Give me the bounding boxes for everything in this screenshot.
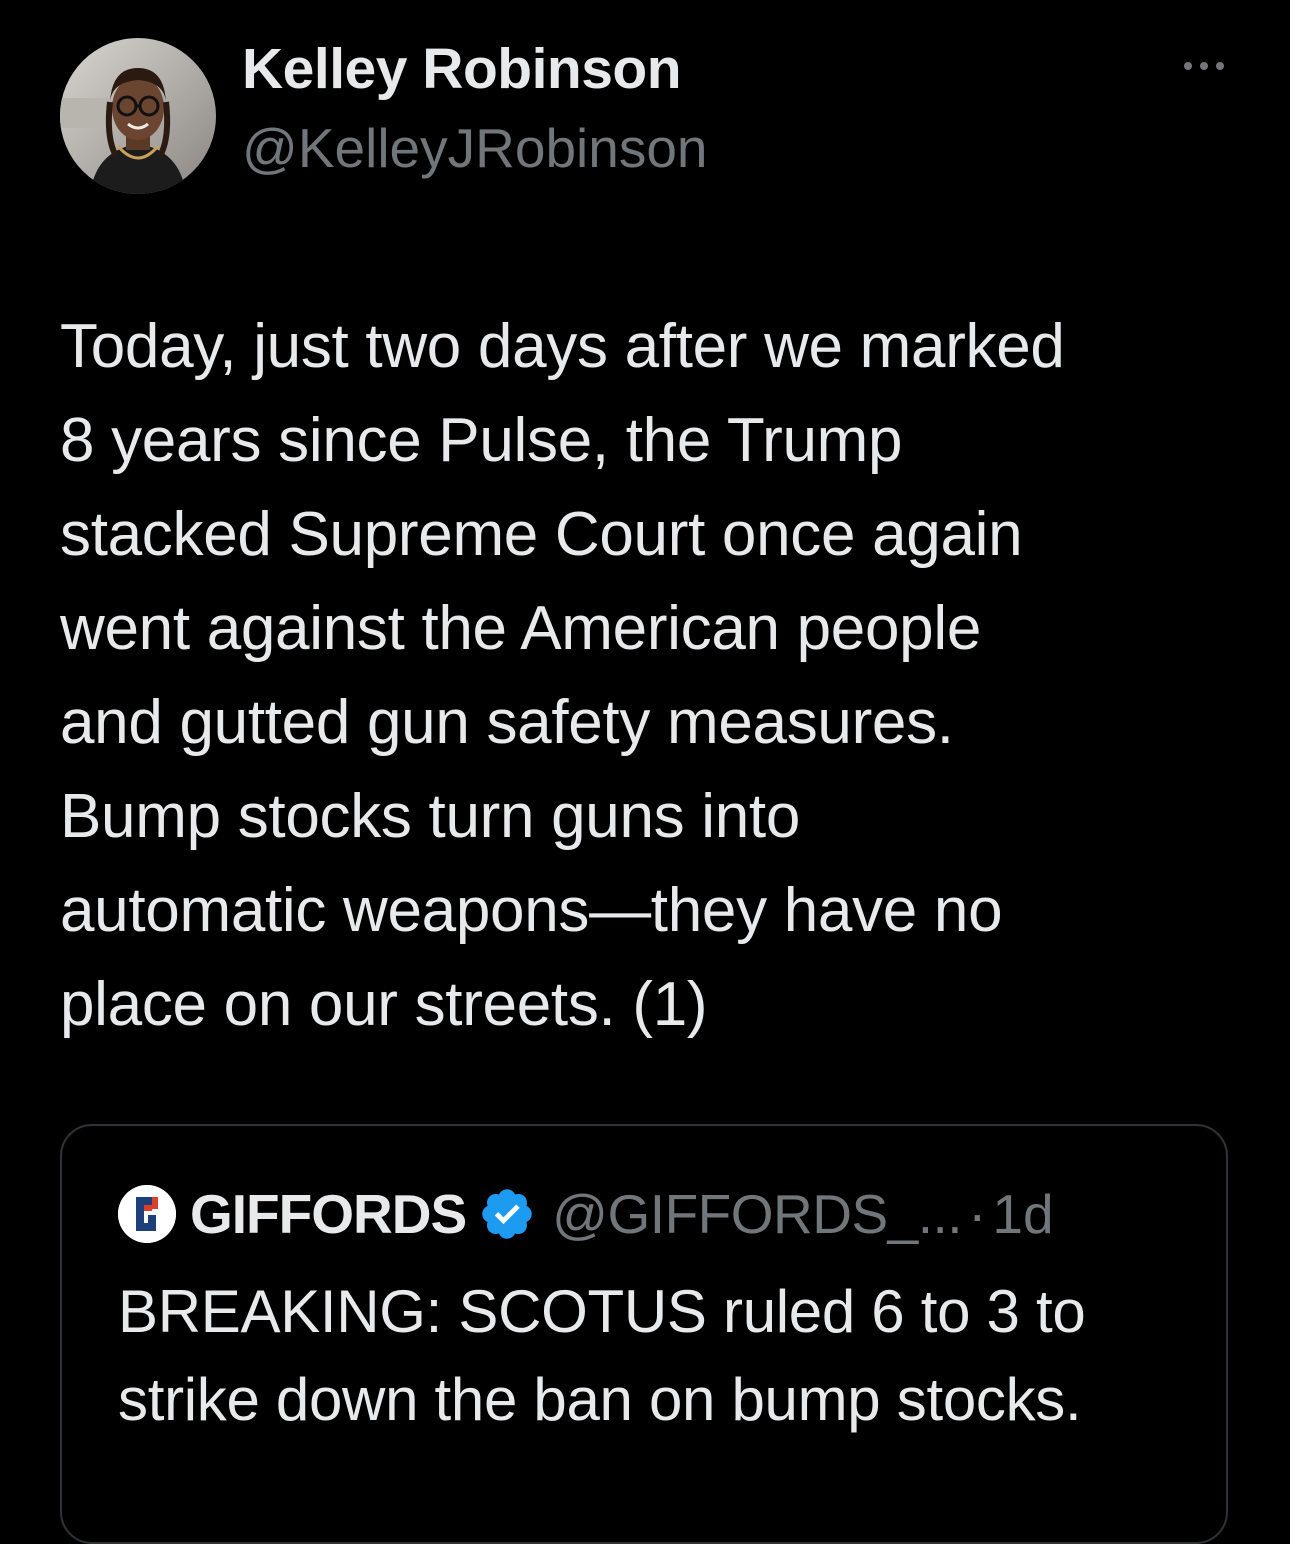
more-horizontal-icon[interactable] [1180, 56, 1228, 76]
tweet: Kelley Robinson @KelleyJRobinson Today, … [0, 0, 1290, 1544]
quoted-tweet-text: BREAKING: SCOTUS ruled 6 to 3 to strike … [118, 1278, 1086, 1433]
quoted-tweet-card[interactable]: GIFFORDS @GIFFORDS_... · 1d BREAKING: SC… [60, 1124, 1228, 1544]
verified-badge-icon [478, 1185, 536, 1243]
giffords-logo-icon[interactable] [118, 1185, 176, 1243]
profile-photo-icon [60, 38, 216, 194]
author-handle[interactable]: @KelleyJRobinson [242, 116, 708, 180]
quoted-timestamp[interactable]: 1d [992, 1182, 1053, 1246]
tweet-text: Today, just two days after we marked 8 y… [60, 312, 1065, 1039]
quoted-display-name[interactable]: GIFFORDS [190, 1182, 467, 1246]
quoted-tweet-header: GIFFORDS @GIFFORDS_... · 1d [118, 1182, 1054, 1246]
author-display-name[interactable]: Kelley Robinson [242, 36, 682, 102]
author-avatar[interactable] [60, 38, 216, 194]
quoted-handle[interactable]: @GIFFORDS_... [552, 1182, 962, 1246]
separator-dot: · [968, 1183, 987, 1245]
